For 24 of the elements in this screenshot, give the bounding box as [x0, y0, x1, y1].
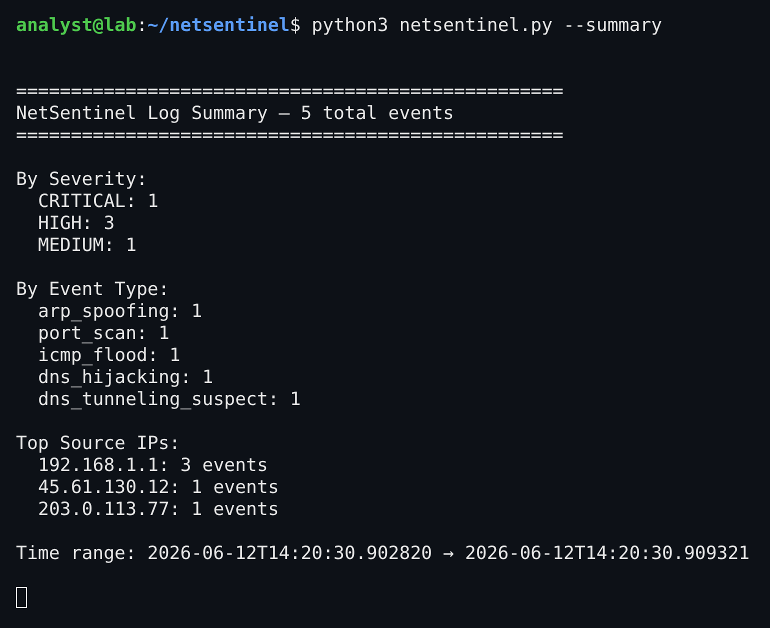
summary-item: dns_tunneling_suspect: 1	[37, 389, 301, 411]
prompt-user-host: analyst@lab	[16, 15, 136, 37]
summary-item: port_scan: 1	[37, 323, 170, 345]
summary-item: arp_spoofing: 1	[37, 301, 202, 323]
summary-item: icmp_flood: 1	[37, 345, 180, 367]
separator-rule: ==================================================	[16, 125, 564, 147]
summary-item: dns_hijacking: 1	[37, 367, 214, 389]
summary-item: HIGH: 3	[37, 213, 115, 235]
separator-rule: ==================================================	[16, 81, 564, 103]
summary-item: CRITICAL: 1	[37, 191, 158, 213]
terminal-cursor	[16, 587, 27, 608]
summary-item: 203.0.113.77: 1 events	[37, 499, 279, 521]
section-heading: By Event Type:	[16, 279, 170, 301]
time-range-text: Time range: 2026-06-12T14:20:30.902820 → 2026-06-12T14:20:30.909321	[16, 543, 750, 565]
command-text: python3 netsentinel.py --summary	[310, 15, 662, 37]
summary-item: MEDIUM: 1	[37, 235, 137, 257]
section-heading: By Severity:	[16, 169, 148, 191]
summary-item: 192.168.1.1: 3 events	[37, 455, 268, 477]
summary-title: NetSentinel Log Summary — 5 total events	[16, 103, 454, 125]
prompt-symbol: $	[290, 15, 301, 37]
summary-item: 45.61.130.12: 1 events	[37, 477, 279, 499]
section-heading: Top Source IPs:	[16, 433, 180, 455]
prompt-path: ~/netsentinel	[147, 15, 290, 37]
prompt-separator: :	[136, 15, 148, 37]
